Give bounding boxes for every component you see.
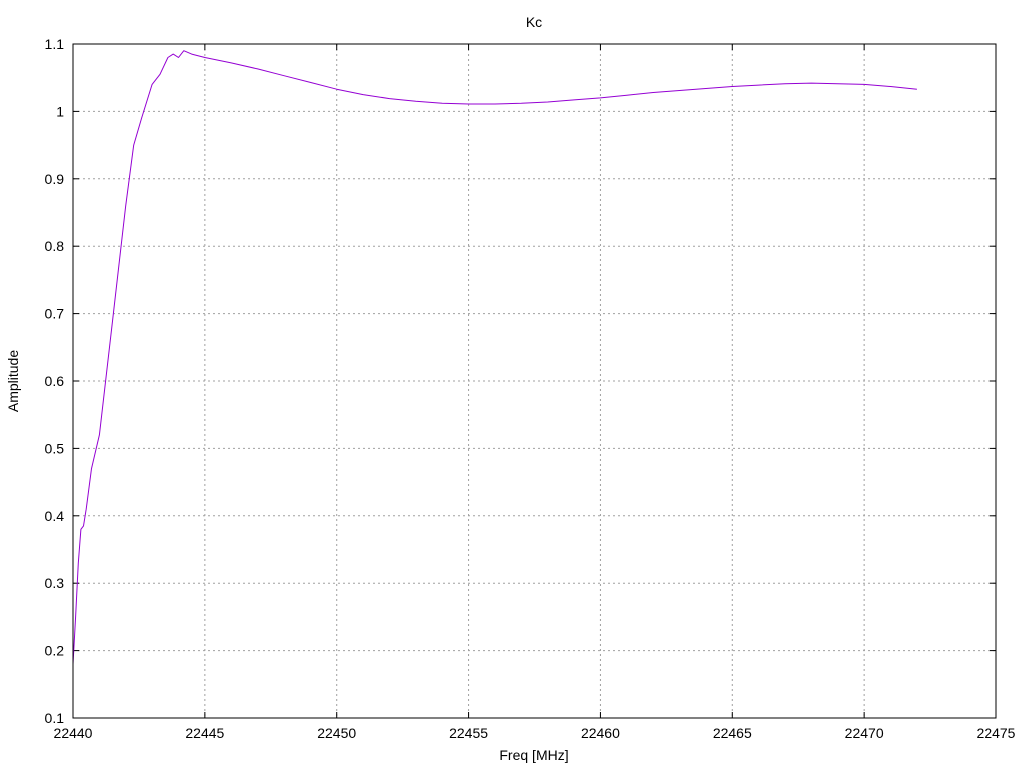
- series-layer: [72, 50, 917, 665]
- x-tick-label: 22470: [845, 725, 884, 741]
- x-tick-label: 22465: [713, 725, 752, 741]
- chart: 22440 22445 22450 22455 22460 22465 22470 22475…: [5, 14, 1016, 763]
- y-tick-label: 0.8: [45, 238, 65, 254]
- y-tick-label: 1: [56, 103, 64, 119]
- y-tick-label: 0.1: [45, 710, 65, 726]
- x-tick-label: 22440: [54, 725, 93, 741]
- grid-layer: [73, 44, 996, 718]
- y-tick-label: 0.2: [45, 643, 65, 659]
- y-tick-label: 0.3: [45, 575, 65, 591]
- x-tick-label: 22455: [449, 725, 488, 741]
- x-tick-label: 22450: [317, 725, 356, 741]
- y-axis-title: Amplitude: [5, 350, 21, 412]
- y-tick-label: 0.4: [45, 508, 65, 524]
- x-tick-label: 22445: [185, 725, 224, 741]
- x-axis-title: Freq [MHz]: [499, 747, 568, 763]
- x-tick-label: 22460: [581, 725, 620, 741]
- y-tick-label: 0.6: [45, 373, 65, 389]
- x-tick-label: 22475: [977, 725, 1016, 741]
- y-tick-label: 0.5: [45, 440, 65, 456]
- y-tick-label: 0.9: [45, 171, 65, 187]
- y-tick-label: 1.1: [45, 36, 65, 52]
- y-tick-label: 0.7: [45, 306, 65, 322]
- series-line: [72, 50, 917, 665]
- chart-title: Kc: [526, 14, 542, 30]
- label-layer: 22440 22445 22450 22455 22460 22465 22470 22475…: [45, 36, 1016, 741]
